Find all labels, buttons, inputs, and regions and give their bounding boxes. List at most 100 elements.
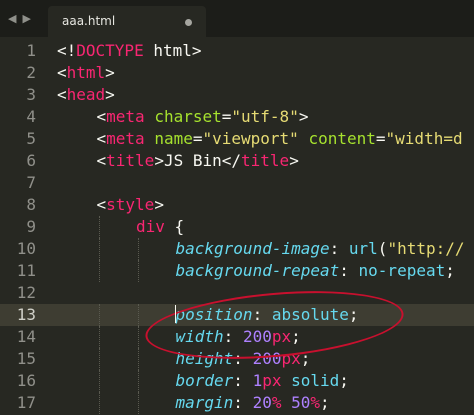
code-text: width: 200px; [176, 326, 301, 348]
code-token: div [136, 217, 165, 236]
code-token: name [154, 129, 193, 148]
line-number: 13 [16, 305, 36, 324]
code-token: charset [154, 107, 222, 126]
code-token: = [375, 129, 386, 148]
code-line[interactable]: 8 <style> [0, 194, 474, 216]
tab-nav-arrows-icon[interactable]: ◀▶ [8, 12, 37, 25]
indent-guide [138, 370, 139, 392]
code-token: < [57, 63, 67, 82]
code-token: 50 [291, 393, 311, 412]
code-token: : [339, 261, 359, 280]
code-token: 20 [252, 393, 272, 412]
line-number: 11 [16, 261, 36, 280]
code-token: > [154, 195, 164, 214]
code-token: solid [291, 371, 340, 390]
code-token: width [175, 327, 224, 346]
code-token: < [96, 129, 107, 148]
code-token: { [164, 217, 185, 236]
code-token: head [66, 85, 106, 104]
code-line[interactable]: 5 <meta name="viewport" content="width=d [0, 128, 474, 150]
code-text: background-image: url("http:// [176, 238, 465, 260]
code-token: ; [445, 261, 455, 280]
code-token: height [175, 349, 234, 368]
code-text: <title>JS Bin</title> [97, 150, 299, 172]
code-line[interactable]: 1 <!DOCTYPE html> [0, 40, 474, 62]
line-number: 14 [16, 327, 36, 346]
code-token: % [310, 393, 321, 412]
code-text: background-repeat: no-repeat; [176, 260, 455, 282]
indent-guide [98, 238, 100, 260]
line-number: 5 [26, 129, 36, 148]
code-line[interactable]: 16 border: 1px solid; [0, 370, 474, 392]
code-text: position: absolute; [176, 304, 359, 326]
indent-guide [98, 370, 100, 392]
code-token: > [298, 107, 309, 126]
code-token: : [329, 239, 349, 258]
code-token: ; [300, 349, 311, 368]
code-text: border: 1px solid; [176, 370, 349, 392]
code-token: : [233, 349, 253, 368]
code-token: "utf-8" [231, 107, 299, 126]
code-token: : [233, 393, 253, 412]
indent-guide [98, 326, 100, 348]
indent-guide [98, 392, 100, 414]
code-token: = [221, 107, 232, 126]
code-token: ; [348, 305, 359, 324]
code-token: px [281, 349, 301, 368]
code-token: "width=d [385, 129, 463, 148]
indent-guide [138, 238, 139, 260]
code-line[interactable]: 7 [0, 172, 474, 194]
code-token: : [252, 305, 272, 324]
code-token: position [175, 305, 253, 324]
indent-guide [138, 326, 139, 348]
code-token: background-image [175, 239, 330, 258]
code-token: < [96, 195, 107, 214]
code-token: <! [57, 41, 77, 60]
code-line[interactable]: 11 background-repeat: no-repeat; [0, 260, 474, 282]
code-token: px [271, 327, 292, 346]
code-token: html> [143, 41, 202, 60]
line-number: 12 [16, 283, 36, 302]
code-line[interactable]: 4 <meta charset="utf-8"> [0, 106, 474, 128]
code-line[interactable]: 10 background-image: url("http:// [0, 238, 474, 260]
code-line[interactable]: 2 <html> [0, 62, 474, 84]
code-text: <meta charset="utf-8"> [97, 106, 309, 128]
code-line[interactable]: 3 <head> [0, 84, 474, 106]
code-text: <head> [57, 84, 115, 106]
line-number: 17 [16, 393, 36, 412]
tab-aaa-html[interactable]: aaa.html [48, 6, 206, 37]
code-line[interactable]: 14 width: 200px; [0, 326, 474, 348]
indent-guide [138, 304, 139, 326]
code-line[interactable]: 17 margin: 20% 50%; [0, 392, 474, 414]
code-token: ; [291, 327, 301, 346]
indent-guide [138, 392, 139, 414]
tab-bar: ◀▶ aaa.html [0, 0, 474, 37]
code-token: ; [339, 371, 349, 390]
code-token: ( [377, 239, 388, 258]
line-number: 16 [16, 371, 36, 390]
line-number: 7 [26, 173, 36, 192]
code-token: no-repeat [358, 261, 446, 280]
code-token: title [106, 151, 155, 170]
code-token: content [308, 129, 376, 148]
indent-guide [138, 348, 139, 370]
code-line[interactable]: 12 [0, 282, 474, 304]
unsaved-dot-icon[interactable] [185, 19, 192, 26]
line-number: 6 [26, 151, 36, 170]
code-line[interactable]: 6 <title>JS Bin</title> [0, 150, 474, 172]
code-token: 1 [252, 371, 263, 390]
code-text: <!DOCTYPE html> [57, 40, 202, 62]
code-editor[interactable]: 1 <!DOCTYPE html> 2 <html> 3 <head> 4 <meta cha… [0, 37, 474, 415]
code-line[interactable]: 13 position: absolute; [0, 304, 474, 326]
code-token: margin [175, 393, 234, 412]
code-line[interactable]: 9 div { [0, 216, 474, 238]
line-number: 1 [26, 41, 36, 60]
code-text: height: 200px; [176, 348, 311, 370]
code-line[interactable]: 15 height: 200px; [0, 348, 474, 370]
code-token: html [66, 63, 106, 82]
indent-guide [98, 260, 100, 282]
code-token: >JS Bin</ [154, 151, 242, 170]
